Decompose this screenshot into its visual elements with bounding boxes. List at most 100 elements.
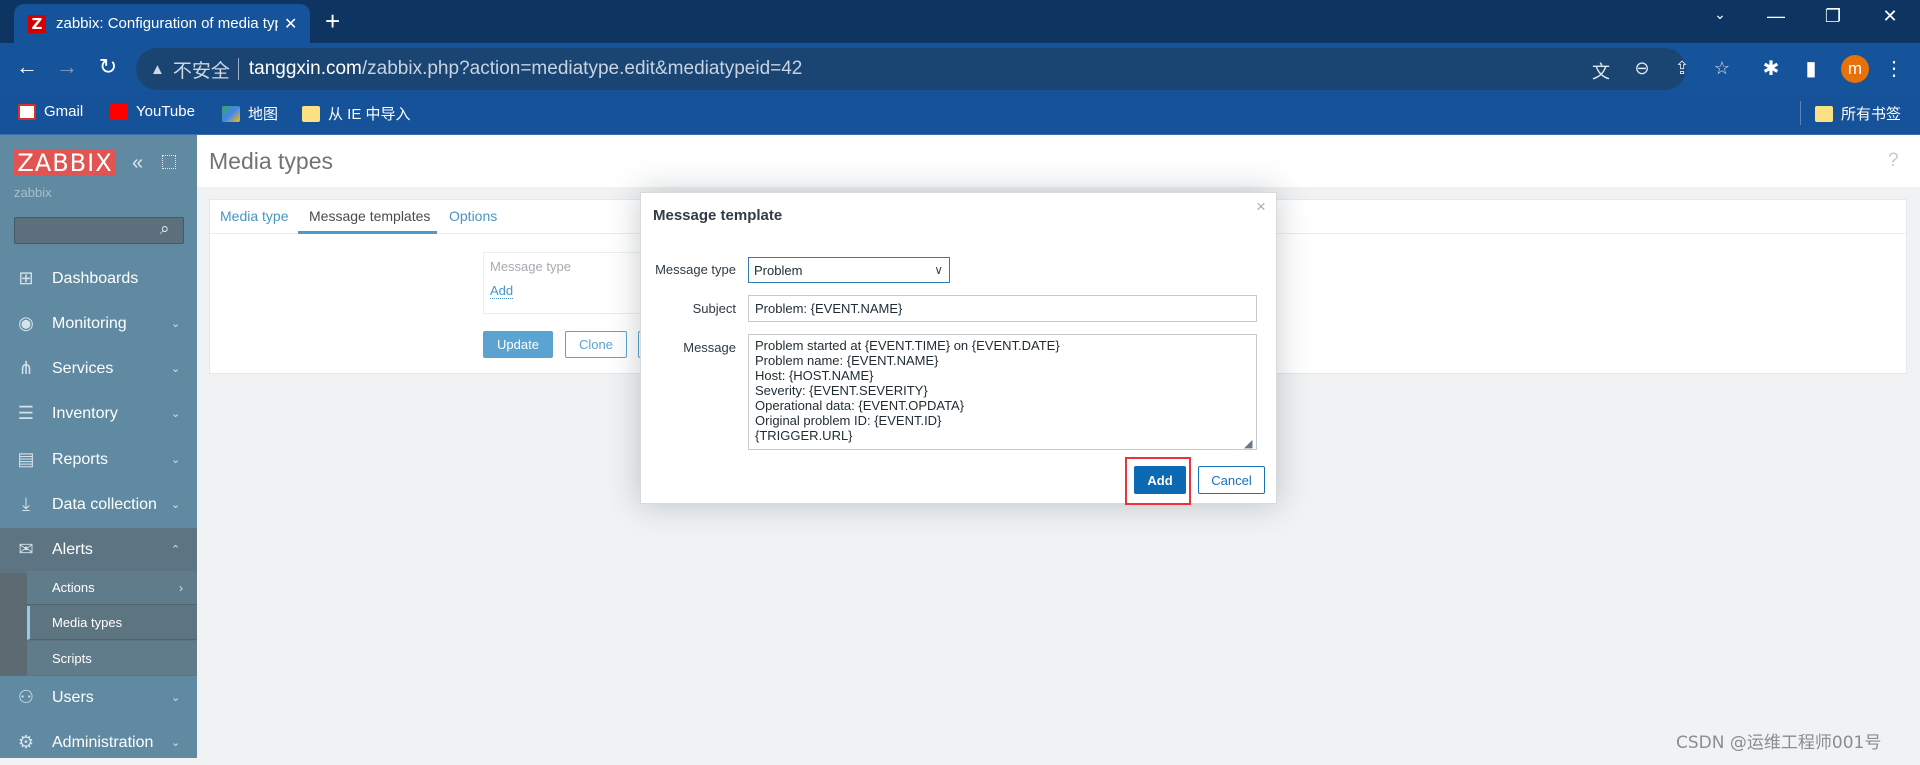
message-type-select[interactable]: Problem ∨ <box>748 257 950 283</box>
menu-icon[interactable]: ⋮ <box>1880 56 1908 81</box>
menu-label: Monitoring <box>52 314 127 332</box>
menu-label: Inventory <box>52 404 118 422</box>
side-panel-icon[interactable]: ▮ <box>1797 56 1825 81</box>
tab-close-icon[interactable]: ✕ <box>284 14 297 34</box>
page-title: Media types <box>209 148 334 174</box>
restore-icon[interactable]: ❐ <box>1813 6 1853 27</box>
gear-icon: ⚙ <box>17 732 35 752</box>
sidebar-item-inventory[interactable]: ☰ Inventory ⌄ <box>0 391 197 436</box>
menu-label: Reports <box>52 450 109 468</box>
insecure-label: 不安全 <box>172 60 230 82</box>
sidebar-search-input[interactable] <box>14 217 184 244</box>
zabbix-logo[interactable]: ZABBIX <box>14 149 116 177</box>
bookmark-label: 地图 <box>248 106 279 123</box>
users-icon: ⚇ <box>17 687 35 707</box>
sidebar-item-monitoring[interactable]: ◉ Monitoring ⌄ <box>0 301 197 346</box>
sidebar-item-dashboards[interactable]: ⊞ Dashboards <box>0 256 197 301</box>
maps-icon <box>222 105 240 122</box>
sidebar-item-data-collection[interactable]: ⤓ Data collection ⌄ <box>0 482 197 527</box>
alerts-submenu-gutter <box>0 573 27 676</box>
kiosk-mode-icon[interactable] <box>162 155 176 169</box>
submenu-label: Scripts <box>52 650 92 666</box>
browser-tab[interactable]: Z zabbix: Configuration of media types ✕ <box>14 4 310 43</box>
message-textarea[interactable]: Problem started at {EVENT.TIME} on {EVEN… <box>748 334 1257 450</box>
search-icon[interactable]: ⌕ <box>160 219 170 239</box>
menu-label: Alerts <box>52 540 93 558</box>
active-tab-indicator <box>298 231 437 234</box>
tab-media-type[interactable]: Media type <box>220 208 288 224</box>
envelope-icon: ✉ <box>18 539 34 559</box>
tab-options[interactable]: Options <box>449 208 497 224</box>
bookmarks-bar <box>0 92 1920 135</box>
chevron-down-icon: ∨ <box>934 263 943 277</box>
subject-input[interactable]: Problem: {EVENT.NAME} <box>748 295 1257 322</box>
clone-button[interactable]: Clone <box>565 331 627 358</box>
folder-icon <box>1815 105 1833 122</box>
chevron-up-icon: ⌃ <box>171 544 181 556</box>
all-bookmarks[interactable]: 所有书签 <box>1815 103 1901 124</box>
cancel-button[interactable]: Cancel <box>1198 466 1265 494</box>
menu-label: Data collection <box>52 495 157 513</box>
bookmark-youtube[interactable]: YouTube <box>110 103 195 120</box>
separator <box>237 58 239 80</box>
minimize-icon[interactable]: — <box>1756 6 1796 27</box>
menu-label: Administration <box>52 733 154 751</box>
profile-avatar[interactable]: m <box>1841 55 1869 83</box>
dialog-title: Message template <box>653 207 783 224</box>
zabbix-favicon-icon: Z <box>28 14 46 33</box>
chevron-right-icon: › <box>179 580 183 595</box>
page-header <box>197 135 1920 187</box>
sidebar-item-reports[interactable]: ▤ Reports ⌄ <box>0 437 197 482</box>
help-icon[interactable]: ? <box>1888 150 1899 172</box>
menu-label: Dashboards <box>52 269 139 287</box>
tab-message-templates[interactable]: Message templates <box>309 208 430 224</box>
chevron-down-icon: ⌄ <box>171 363 181 375</box>
bookmark-ie-import[interactable]: 从 IE 中导入 <box>302 103 411 124</box>
sidebar-subitem-scripts[interactable]: Scripts <box>27 641 197 675</box>
forward-icon[interactable]: → <box>53 54 81 80</box>
bookmark-gmail[interactable]: Gmail <box>18 103 83 120</box>
message-label: Message <box>683 340 736 355</box>
download-icon: ⤓ <box>22 494 30 514</box>
templates-column-header: Message type <box>490 259 571 274</box>
submenu-label: Actions <box>52 580 95 595</box>
chevron-down-icon: ⌄ <box>171 737 181 749</box>
add-template-link[interactable]: Add <box>490 284 514 299</box>
bookmark-maps[interactable]: 地图 <box>222 103 278 124</box>
sidebar-subitem-media-types[interactable]: Media types <box>27 606 197 640</box>
bookmark-label: 从 IE 中导入 <box>328 106 411 123</box>
extensions-icon[interactable]: ✱ <box>1757 56 1785 81</box>
back-icon[interactable]: ← <box>13 54 41 80</box>
sidebar-item-services[interactable]: ⋔ Services ⌄ <box>0 346 197 391</box>
tab-search-icon[interactable]: ⌄ <box>1700 6 1740 23</box>
sidebar-item-administration[interactable]: ⚙ Administration ⌄ <box>0 720 197 765</box>
bookmark-star-icon[interactable]: ☆ <box>1709 58 1735 79</box>
dashboard-icon: ⊞ <box>18 268 34 288</box>
bookmarks-separator <box>1800 101 1801 125</box>
zoom-out-icon[interactable]: ⊖ <box>1629 58 1655 79</box>
close-icon[interactable]: × <box>1256 197 1266 217</box>
new-tab-button[interactable]: + <box>325 6 340 37</box>
sidebar-item-alerts[interactable]: ✉ Alerts ⌃ <box>0 527 197 572</box>
resize-grip-icon[interactable]: ◢ <box>1244 437 1252 450</box>
close-window-icon[interactable]: ✕ <box>1870 6 1910 27</box>
url-path: /zabbix.php?action=mediatype.edit&mediat… <box>361 58 803 79</box>
chevron-down-icon: ⌄ <box>171 408 181 420</box>
translate-icon[interactable]: ⽂ <box>1588 58 1614 84</box>
address-bar[interactable]: ▲ 不安全 tanggxin.com/zabbix.php?action=med… <box>136 48 1686 90</box>
sidebar-item-users[interactable]: ⚇ Users ⌄ <box>0 675 197 720</box>
hierarchy-icon: ⋔ <box>18 358 34 378</box>
update-button[interactable]: Update <box>483 331 553 358</box>
sidebar-subitem-actions[interactable]: Actions › <box>27 571 197 605</box>
collapse-sidebar-icon[interactable]: « <box>132 152 143 175</box>
sidebar-username: zabbix <box>14 185 52 200</box>
chevron-down-icon: ⌄ <box>171 318 181 330</box>
chevron-down-icon: ⌄ <box>171 499 181 511</box>
warning-icon: ▲ <box>150 60 165 78</box>
folder-icon <box>302 105 320 122</box>
reload-icon[interactable]: ↻ <box>94 54 122 80</box>
add-button[interactable]: Add <box>1134 466 1186 494</box>
submenu-label: Media types <box>52 615 123 630</box>
share-icon[interactable]: ⇪ <box>1669 58 1695 79</box>
report-icon: ▤ <box>17 449 35 469</box>
